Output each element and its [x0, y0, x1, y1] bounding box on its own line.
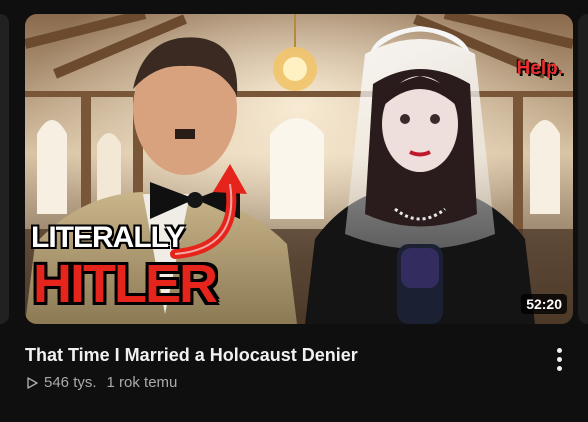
view-count: 546 tys.: [44, 374, 97, 391]
more-vertical-icon: [556, 347, 562, 353]
more-vertical-icon-dot: [556, 356, 562, 362]
video-thumbnail[interactable]: LITERALLY HITLER Help. 52:20: [25, 14, 573, 324]
video-title[interactable]: That Time I Married a Holocaust Denier: [25, 343, 525, 367]
thumbnail-caption-help: Help.: [516, 58, 563, 79]
more-options-button[interactable]: [546, 344, 572, 374]
previous-card-edge[interactable]: [0, 14, 9, 324]
thumbnail-caption-hitler: HITLER: [33, 254, 218, 314]
upload-age: 1 rok temu: [106, 374, 178, 391]
video-card-page: LITERALLY HITLER Help. 52:20 That Time I…: [0, 0, 588, 422]
next-card-edge[interactable]: [578, 14, 588, 324]
duration-badge: 52:20: [521, 294, 567, 314]
play-outline-icon: [27, 377, 38, 389]
thumbnail-caption-literally: LITERALLY: [31, 221, 185, 254]
video-metadata: 546 tys. 1 rok temu: [25, 373, 177, 393]
more-vertical-icon-dot: [556, 365, 562, 371]
